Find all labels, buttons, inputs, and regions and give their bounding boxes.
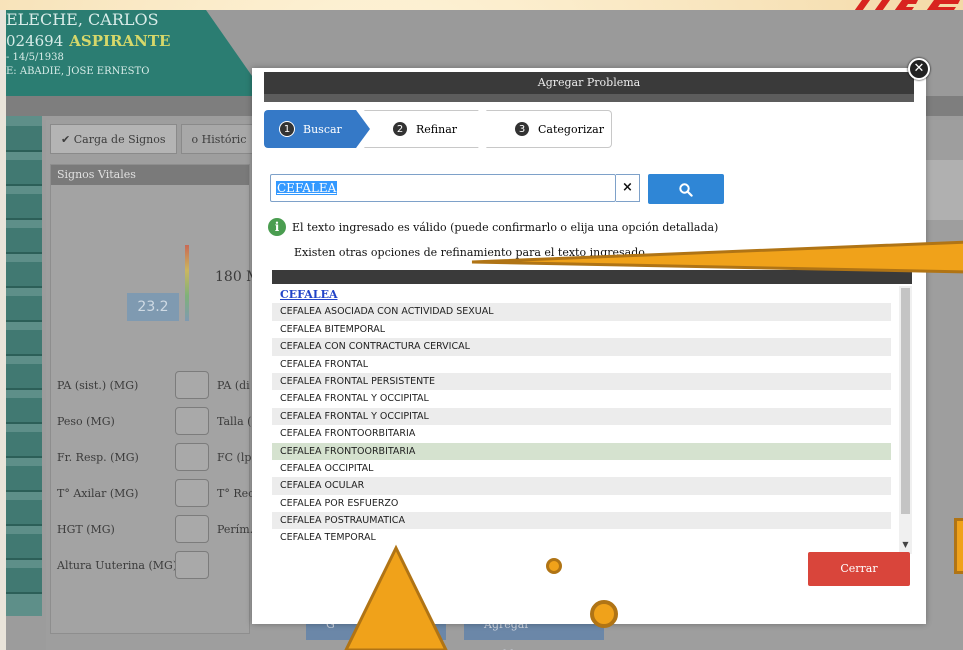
frame-background: ELECHE, CARLOS 024694 ASPIRANTE - 14/5/19… (0, 0, 963, 650)
annotation-box (954, 518, 963, 574)
annotation-arrow (344, 240, 963, 650)
annotation-dot (546, 558, 562, 574)
annotation-dot (590, 600, 618, 628)
app-screen: ELECHE, CARLOS 024694 ASPIRANTE - 14/5/19… (0, 10, 963, 650)
